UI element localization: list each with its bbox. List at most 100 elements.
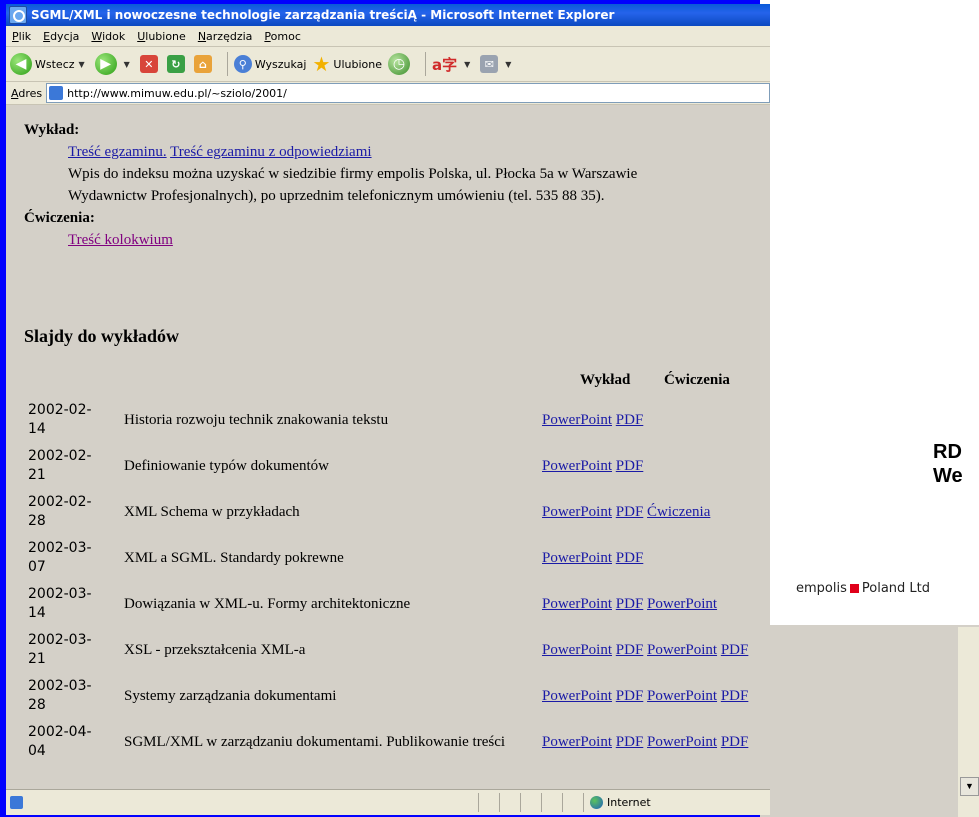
table-row: 2002-03-14 Dowiązania w XML-u. Formy arch… [24, 581, 752, 627]
mail-dropdown-icon[interactable]: ▼ [505, 60, 511, 69]
translate-dropdown-icon[interactable]: ▼ [464, 60, 470, 69]
toolbar-separator [425, 52, 427, 76]
globe-icon [590, 796, 603, 809]
slide-link[interactable]: PDF [721, 734, 749, 750]
brand-right: Poland Ltd [861, 581, 930, 596]
brand-left: empolis [796, 581, 847, 596]
translate-icon: a字 [432, 55, 458, 74]
row-links: PowerPoint PDF PowerPoint PDF [538, 673, 752, 719]
slide-link[interactable]: PowerPoint [542, 642, 612, 658]
window-title: SGML/XML i nowoczesne technologie zarząd… [31, 8, 615, 22]
slide-link[interactable]: PDF [721, 688, 749, 704]
slide-link[interactable]: PowerPoint [647, 596, 717, 612]
colloquium-link[interactable]: Treść kolokwium [68, 232, 173, 248]
toolbar-separator [226, 52, 228, 76]
row-date: 2002-03-07 [24, 535, 120, 581]
date-text: 2002-02-14 [28, 402, 92, 437]
mail-button[interactable]: ✉ ▼ [480, 55, 515, 73]
menu-item[interactable]: Narzędzia [192, 30, 259, 43]
status-cell [541, 793, 562, 812]
slide-link[interactable]: PDF [616, 642, 644, 658]
row-date: 2002-03-14 [24, 581, 120, 627]
translate-button[interactable]: a字 ▼ [432, 54, 474, 75]
page-content: Wykład: Treść egzaminu. Treść egzaminu z… [6, 105, 770, 790]
slide-link[interactable]: PowerPoint [542, 550, 612, 566]
date-text: 2002-04-04 [28, 724, 92, 759]
header-date [24, 363, 120, 397]
col-lecture-header: Wykład [580, 371, 631, 388]
exam-link[interactable]: Treść egzaminu. [68, 144, 167, 160]
slide-link[interactable]: PDF [616, 412, 644, 428]
slide-link[interactable]: PowerPoint [647, 688, 717, 704]
row-links: PowerPoint PDF PowerPoint PDF [538, 719, 752, 765]
ie-app-icon [9, 6, 27, 24]
slide-link[interactable]: PDF [616, 734, 644, 750]
date-text: 2002-03-21 [28, 632, 92, 667]
exam-answers-link[interactable]: Treść egzaminu z odpowiedziami [170, 144, 371, 160]
title-bar[interactable]: SGML/XML i nowoczesne technologie zarząd… [6, 4, 770, 26]
search-button[interactable]: ⚲ Wyszukaj [233, 55, 306, 73]
slide-link[interactable]: PDF [616, 688, 644, 704]
slide-link[interactable]: PDF [616, 458, 644, 474]
menu-item[interactable]: Widok [85, 30, 131, 43]
enrollment-text-line1: Wpis do indeksu można uzyskać w siedzibi… [68, 166, 638, 182]
menu-item[interactable]: Edycja [37, 30, 85, 43]
row-date: 2002-03-21 [24, 627, 120, 673]
row-date: 2002-04-04 [24, 719, 120, 765]
slide-link[interactable]: PDF [616, 550, 644, 566]
table-row: 2002-02-28 XML Schema w przykładach PowerP… [24, 489, 752, 535]
menu-item[interactable]: Pomoc [258, 30, 306, 43]
slides-heading: Slajdy do wykładów [24, 326, 180, 346]
slide-link[interactable]: PowerPoint [542, 458, 612, 474]
slide-link[interactable]: PowerPoint [542, 734, 612, 750]
background-scrollbar[interactable]: ▼ [958, 627, 979, 817]
menu-item[interactable]: Ulubione [131, 30, 192, 43]
row-date: 2002-03-28 [24, 673, 120, 719]
row-topic: Historia rozwoju technik znakowania teks… [124, 411, 389, 428]
slide-link[interactable]: PowerPoint [542, 504, 612, 520]
status-cell [520, 793, 541, 812]
row-links: PowerPoint PDF Ćwiczenia [538, 489, 752, 535]
row-topic: SGML/XML w zarządzaniu dokumentami. Publ… [124, 733, 506, 750]
favorites-button[interactable]: ★ Ulubione [312, 52, 382, 76]
history-button[interactable]: ◷ [388, 53, 413, 75]
slide-link[interactable]: PowerPoint [542, 596, 612, 612]
slide-link[interactable]: PowerPoint [647, 642, 717, 658]
scroll-down-arrow-icon[interactable]: ▼ [960, 777, 979, 796]
col-exercises-header: Ćwiczenia [664, 371, 730, 388]
address-url[interactable]: http://www.mimuw.edu.pl/~sziolo/2001/ [67, 87, 287, 100]
header-topic [120, 363, 538, 397]
back-dropdown-icon[interactable]: ▼ [79, 60, 85, 69]
slide-title-partial: RD We [933, 441, 963, 487]
slide-link[interactable]: PDF [616, 596, 644, 612]
status-cell [499, 793, 520, 812]
row-links: PowerPoint PDF [538, 397, 752, 443]
home-button[interactable]: ⌂ [193, 55, 215, 73]
slide-link[interactable]: PDF [616, 504, 644, 520]
table-row: 2002-03-28 Systemy zarządzania dokumentam… [24, 673, 752, 719]
enrollment-text-line2: Wydawnictw Profesjonalnych), po uprzedni… [68, 188, 605, 204]
slide-link[interactable]: PDF [721, 642, 749, 658]
stop-button[interactable]: ✕ [139, 55, 161, 73]
slide-link[interactable]: PowerPoint [542, 688, 612, 704]
menu-bar: Plik Edycja Widok Ulubione Narzędzia Pomoc [6, 26, 770, 47]
forward-button[interactable]: ▶ ▼ [94, 53, 134, 75]
slide-link[interactable]: PowerPoint [542, 412, 612, 428]
table-row: 2002-04-04 SGML/XML w zarządzaniu dokumen… [24, 719, 752, 765]
back-button[interactable]: ◀ Wstecz ▼ [10, 53, 89, 75]
slide-link[interactable]: Ćwiczenia [647, 504, 710, 520]
background-window-fragment [760, 625, 979, 817]
row-date: 2002-02-14 [24, 397, 120, 443]
slide-link[interactable]: PowerPoint [647, 734, 717, 750]
star-icon: ★ [312, 52, 331, 76]
forward-dropdown-icon[interactable]: ▼ [124, 60, 130, 69]
menu-item[interactable]: Plik [6, 30, 37, 43]
row-links: PowerPoint PDF [538, 535, 752, 581]
row-topic: Systemy zarządzania dokumentami [124, 687, 337, 704]
row-topic: XSL - przekształcenia XML-a [124, 641, 306, 658]
address-input[interactable]: http://www.mimuw.edu.pl/~sziolo/2001/ [46, 83, 770, 103]
table-row: 2002-03-21 XSL - przekształcenia XML-a Pow… [24, 627, 752, 673]
mail-icon: ✉ [480, 55, 499, 73]
refresh-button[interactable]: ↻ [166, 55, 188, 73]
table-row: 2002-02-21 Definiowanie typów dokumentów P… [24, 443, 752, 489]
